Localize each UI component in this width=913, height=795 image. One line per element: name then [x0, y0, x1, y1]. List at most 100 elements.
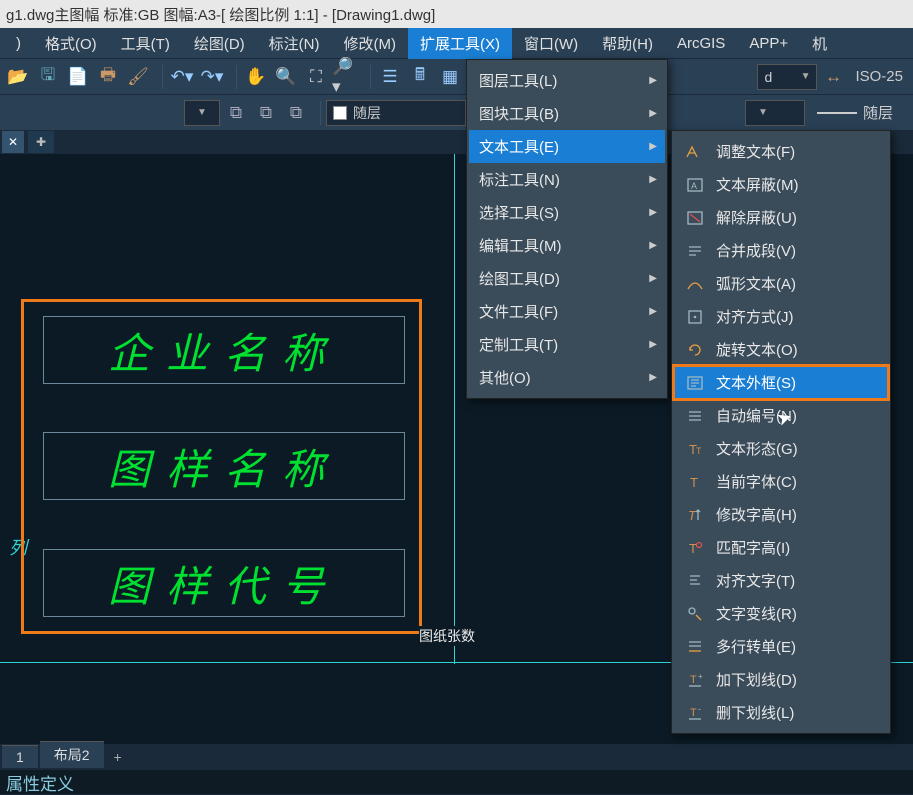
- page-setup-icon[interactable]: 📄: [64, 63, 92, 91]
- submenu-text-frame[interactable]: 文本外框(S): [674, 366, 888, 399]
- menu-machine[interactable]: 机: [800, 28, 839, 59]
- menu-select-tools[interactable]: 选择工具(S)▶: [469, 196, 665, 229]
- layer-panel-icon-3[interactable]: ⧉: [282, 99, 310, 127]
- svg-text:T: T: [696, 446, 702, 456]
- layer-dropdown[interactable]: ▼: [184, 100, 220, 126]
- submenu-arrow-icon: ▶: [649, 273, 657, 284]
- submenu-auto-number[interactable]: 自动编号(N): [674, 399, 888, 432]
- svg-text:+: +: [698, 672, 703, 681]
- submenu-unmask[interactable]: 解除屏蔽(U): [674, 201, 888, 234]
- menu-block-tools[interactable]: 图块工具(B)▶: [469, 97, 665, 130]
- menu-app-plus[interactable]: APP+: [737, 30, 800, 57]
- layout-tab[interactable]: 布局2: [40, 741, 104, 768]
- submenu-merge-para[interactable]: 合并成段(V): [674, 234, 888, 267]
- submenu-text-to-line[interactable]: 文字变线(R): [674, 597, 888, 630]
- undo-icon[interactable]: ↶▾: [168, 63, 196, 91]
- menu-other[interactable]: 其他(O)▶: [469, 361, 665, 394]
- window-title: g1.dwg主图幅 标准:GB 图幅:A3-[ 绘图比例 1:1] - [Dra…: [6, 4, 435, 25]
- submenu-multi-to-single[interactable]: 多行转单(E): [674, 630, 888, 663]
- submenu-text-shape[interactable]: TT文本形态(G): [674, 432, 888, 465]
- menu-dimension[interactable]: 标注(N): [257, 28, 332, 59]
- model-tab[interactable]: 1: [2, 745, 38, 768]
- text-frame-icon: [684, 372, 706, 394]
- style-dropdown-blank[interactable]: d▼: [757, 64, 817, 90]
- submenu-rotate-text[interactable]: 旋转文本(O): [674, 333, 888, 366]
- zoom-previous-icon[interactable]: 🔎▾: [332, 63, 360, 91]
- submenu-change-height[interactable]: T修改字高(H): [674, 498, 888, 531]
- submenu-justify[interactable]: 对齐方式(J): [674, 300, 888, 333]
- save-icon[interactable]: 🖫: [34, 63, 62, 91]
- menu-modify[interactable]: 修改(M): [331, 28, 408, 59]
- add-layout-button[interactable]: +: [106, 746, 130, 768]
- menu-extension-tools[interactable]: 扩展工具(X): [408, 28, 512, 59]
- menu-draw-tools[interactable]: 绘图工具(D)▶: [469, 262, 665, 295]
- toolbar-row-1: 📂 🖫 📄 🖶 🖌 ↶▾ ↷▾ ✋ 🔍 ⛶ 🔎▾ ☰ 🖩 ▦ d▼ ↔ ISO-…: [0, 58, 913, 94]
- menu-custom-tools[interactable]: 定制工具(T)▶: [469, 328, 665, 361]
- tab-close-button[interactable]: ✕: [2, 131, 24, 153]
- menu-tools[interactable]: 工具(T): [109, 28, 182, 59]
- tab-add-button[interactable]: ✚: [28, 131, 54, 153]
- submenu-match-height[interactable]: T匹配字高(I): [674, 531, 888, 564]
- submenu-underline-add[interactable]: T+加下划线(D): [674, 663, 888, 696]
- menu-arcgis[interactable]: ArcGIS: [665, 30, 737, 57]
- menu-edit-tools[interactable]: 编辑工具(M)▶: [469, 229, 665, 262]
- redo-icon[interactable]: ↷▾: [198, 63, 226, 91]
- table-icon[interactable]: ▦: [436, 63, 464, 91]
- title-bar: g1.dwg主图幅 标准:GB 图幅:A3-[ 绘图比例 1:1] - [Dra…: [0, 0, 913, 28]
- zoom-realtime-icon[interactable]: 🔍: [272, 63, 300, 91]
- text-shape-icon: TT: [684, 438, 706, 460]
- dim-style-icon[interactable]: ↔: [819, 63, 847, 91]
- submenu-arc-text[interactable]: 弧形文本(A): [674, 267, 888, 300]
- dim-style-label: ISO-25: [849, 68, 909, 85]
- open-icon[interactable]: 📂: [4, 63, 32, 91]
- submenu-align-text[interactable]: 对齐文字(T): [674, 564, 888, 597]
- submenu-text-mask[interactable]: A文本屏蔽(M): [674, 168, 888, 201]
- text-to-line-icon: [684, 603, 706, 625]
- menu-layer-tools[interactable]: 图层工具(L)▶: [469, 64, 665, 97]
- menu-dim-tools[interactable]: 标注工具(N)▶: [469, 163, 665, 196]
- layer-panel-icon-2[interactable]: ⧉: [252, 99, 280, 127]
- sheet-count-label: 图纸张数: [419, 626, 475, 646]
- svg-text:A: A: [691, 181, 697, 191]
- title-block-text: 图样代号: [108, 553, 340, 614]
- submenu-current-font[interactable]: T当前字体(C): [674, 465, 888, 498]
- submenu-arrow-icon: ▶: [649, 75, 657, 86]
- submenu-arrow-icon: ▶: [649, 108, 657, 119]
- menu-partial[interactable]: ): [4, 30, 33, 57]
- auto-number-icon: [684, 405, 706, 427]
- svg-text:T: T: [690, 707, 697, 719]
- submenu-arrow-icon: ▶: [649, 372, 657, 383]
- calc-icon[interactable]: 🖩: [406, 63, 434, 91]
- layer-panel-icon-1[interactable]: ⧉: [222, 99, 250, 127]
- zoom-window-icon[interactable]: ⛶: [302, 63, 330, 91]
- align-text-icon: [684, 570, 706, 592]
- submenu-adjust-text[interactable]: 调整文本(F): [674, 135, 888, 168]
- text-tools-submenu: 调整文本(F) A文本屏蔽(M) 解除屏蔽(U) 合并成段(V) 弧形文本(A)…: [671, 130, 891, 734]
- multi-to-single-icon: [684, 636, 706, 658]
- menu-text-tools[interactable]: 文本工具(E)▶: [469, 130, 665, 163]
- submenu-arrow-icon: ▶: [649, 240, 657, 251]
- menu-format[interactable]: 格式(O): [33, 28, 109, 59]
- separator: [365, 65, 371, 89]
- pan-icon[interactable]: ✋: [242, 63, 270, 91]
- guide-line-vertical: [454, 154, 455, 664]
- menu-draw[interactable]: 绘图(D): [182, 28, 257, 59]
- rotate-text-icon: [684, 339, 706, 361]
- menu-file-tools[interactable]: 文件工具(F)▶: [469, 295, 665, 328]
- separator: [231, 65, 237, 89]
- separator: [157, 65, 163, 89]
- paint-icon[interactable]: 🖌: [124, 63, 152, 91]
- menu-window[interactable]: 窗口(W): [512, 28, 590, 59]
- svg-text:T: T: [689, 541, 697, 556]
- match-height-icon: T: [684, 537, 706, 559]
- merge-icon: [684, 240, 706, 262]
- color-bylayer-dropdown[interactable]: 随层: [326, 100, 466, 126]
- change-height-icon: T: [684, 504, 706, 526]
- properties-icon[interactable]: ☰: [376, 63, 404, 91]
- submenu-underline-remove[interactable]: T-删下划线(L): [674, 696, 888, 729]
- lineweight-dropdown[interactable]: ▼: [745, 100, 805, 126]
- chevron-down-icon: ▼: [801, 71, 811, 82]
- command-line[interactable]: 属性定义: [0, 770, 913, 794]
- plot-icon[interactable]: 🖶: [94, 63, 122, 91]
- menu-help[interactable]: 帮助(H): [590, 28, 665, 59]
